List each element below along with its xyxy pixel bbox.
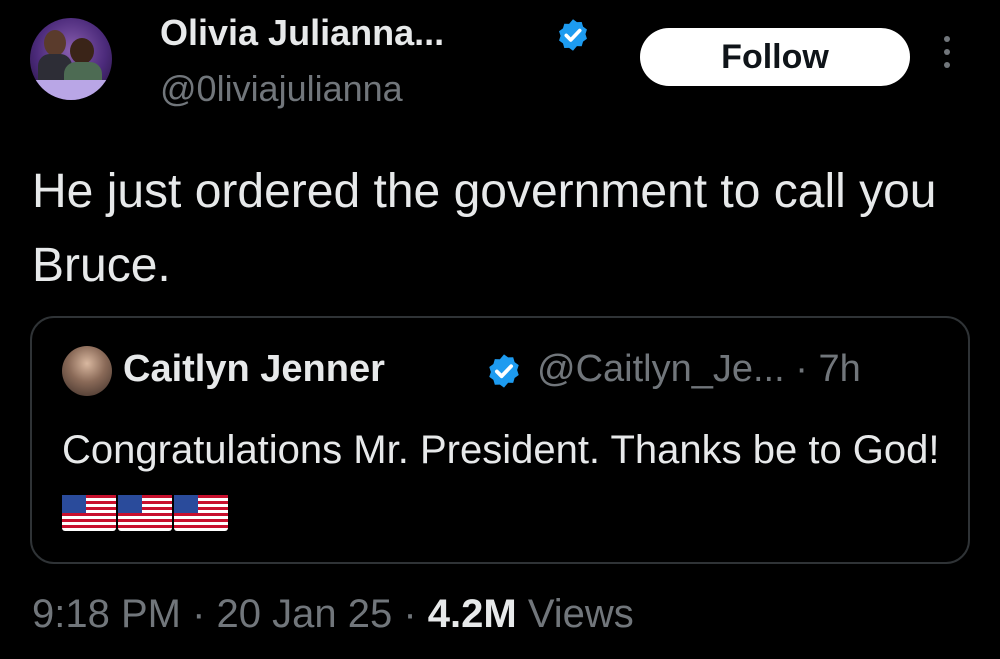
- author-handle[interactable]: @0liviajulianna: [160, 68, 403, 110]
- quoted-author-avatar: [62, 346, 112, 396]
- quoted-tweet-text: Congratulations Mr. President. Thanks be…: [62, 418, 952, 546]
- us-flag-icon: [62, 495, 116, 531]
- more-vertical-icon[interactable]: [941, 36, 953, 80]
- us-flag-icon: [118, 495, 172, 531]
- verified-badge-icon: [559, 19, 587, 51]
- views-count: 4.2M: [427, 592, 517, 636]
- us-flag-icon: [174, 495, 228, 531]
- views-label: Views: [527, 592, 634, 636]
- author-display-name[interactable]: Olivia Julianna...: [160, 12, 444, 54]
- tweet-timestamp[interactable]: 9:18 PM · 20 Jan 25 ·: [32, 592, 428, 636]
- quoted-tweet-card[interactable]: Caitlyn Jenner @Caitlyn_Je... · 7h Congr…: [30, 316, 970, 564]
- author-avatar[interactable]: [30, 18, 112, 100]
- follow-button[interactable]: Follow: [640, 28, 910, 86]
- quoted-tweet-text-body: Congratulations Mr. President. Thanks be…: [62, 428, 940, 472]
- quoted-author-name: Caitlyn Jenner: [123, 348, 385, 390]
- verified-badge-icon: [489, 354, 519, 388]
- quoted-author-handle-time: @Caitlyn_Je... · 7h: [537, 348, 861, 390]
- flag-emoji-group: [62, 492, 230, 536]
- tweet-footer: 9:18 PM · 20 Jan 25 · 4.2M Views: [32, 592, 634, 637]
- tweet-text: He just ordered the government to call y…: [32, 165, 937, 292]
